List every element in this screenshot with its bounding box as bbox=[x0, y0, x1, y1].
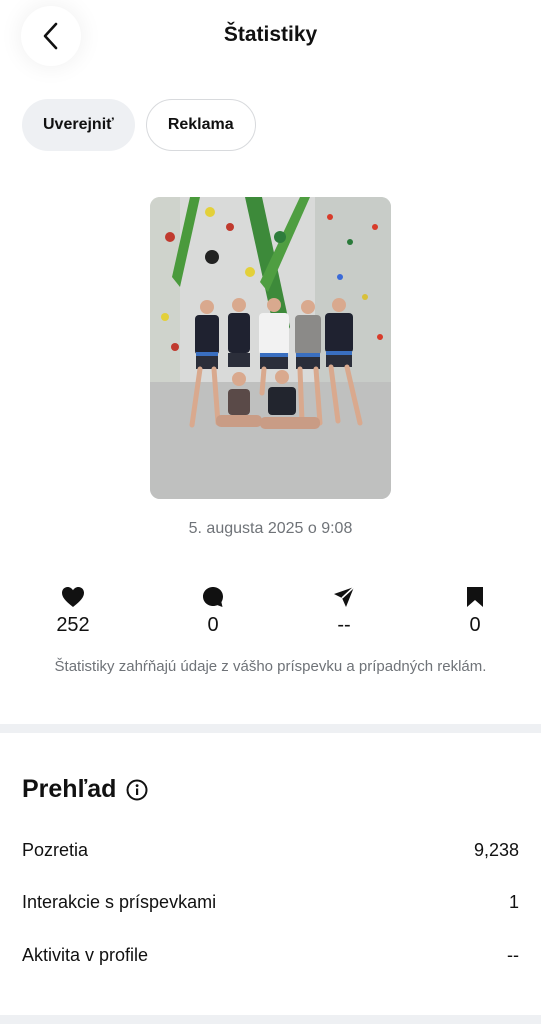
comments-stat[interactable]: 0 bbox=[163, 584, 263, 637]
row-label: Pozretia bbox=[22, 840, 89, 860]
bookmark-icon bbox=[467, 587, 483, 607]
heart-icon bbox=[62, 587, 84, 607]
stats-note: Štatistiky zahŕňajú údaje z vášho príspe… bbox=[54, 658, 487, 675]
publish-chip[interactable]: Uverejniť bbox=[22, 99, 135, 151]
stats-row: 252 0 -- 0 bbox=[0, 584, 541, 644]
header: Štatistiky bbox=[0, 0, 541, 80]
overview-title: Prehľad bbox=[22, 775, 117, 803]
likes-stat[interactable]: 252 bbox=[23, 584, 123, 637]
overview-row-interactions[interactable]: Interakcie s príspevkami 1 bbox=[22, 892, 519, 913]
saves-stat[interactable]: 0 bbox=[425, 584, 525, 637]
saves-count: 0 bbox=[469, 614, 481, 636]
row-value: 9,238 bbox=[473, 840, 519, 860]
ad-chip[interactable]: Reklama bbox=[145, 99, 256, 151]
comments-count: 0 bbox=[207, 614, 219, 636]
info-icon[interactable] bbox=[126, 779, 148, 801]
overview-header: Prehľad bbox=[22, 775, 148, 804]
send-icon bbox=[334, 586, 355, 607]
row-label: Aktivita v profile bbox=[22, 945, 149, 965]
overview-row-views[interactable]: Pozretia 9,238 bbox=[22, 840, 519, 861]
shares-count: -- bbox=[337, 614, 351, 636]
section-divider bbox=[0, 1015, 541, 1024]
shares-stat[interactable]: -- bbox=[294, 584, 394, 637]
filter-chips: Uverejniť Reklama bbox=[22, 99, 256, 151]
post-photo[interactable] bbox=[150, 197, 391, 499]
likes-count: 252 bbox=[56, 614, 90, 636]
page-title: Štatistiky bbox=[223, 23, 318, 46]
row-label: Interakcie s príspevkami bbox=[22, 892, 217, 912]
section-divider bbox=[0, 724, 541, 733]
row-value: -- bbox=[507, 945, 519, 965]
row-value: 1 bbox=[508, 892, 519, 912]
overview-row-profile-activity[interactable]: Aktivita v profile -- bbox=[22, 945, 519, 966]
post-date: 5. augusta 2025 o 9:08 bbox=[188, 520, 353, 537]
comment-icon bbox=[203, 587, 223, 607]
